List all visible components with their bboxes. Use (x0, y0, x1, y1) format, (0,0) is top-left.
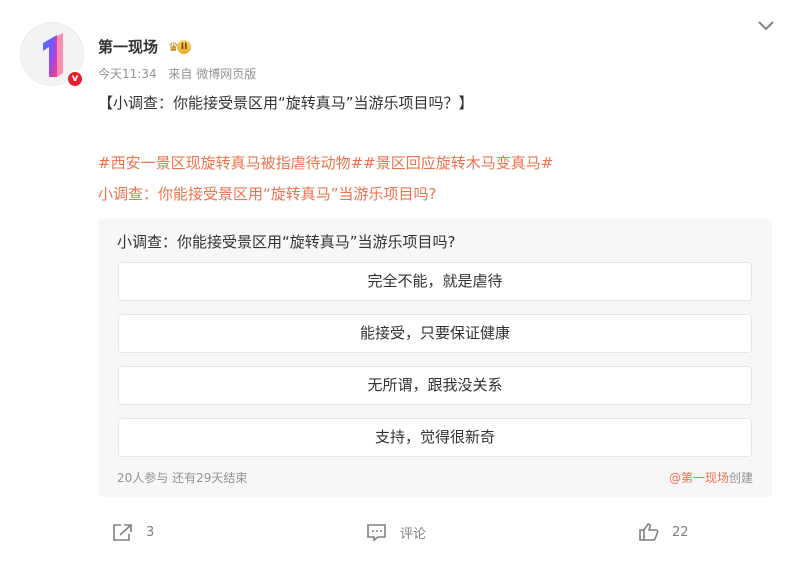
topic-links[interactable]: #西安一景区现旋转真马被指虐待动物##景区回应旋转木马变真马# (98, 152, 553, 173)
share-icon (112, 522, 134, 542)
share-button[interactable]: 3 (112, 522, 154, 542)
poll-created-label: 创建 (728, 471, 753, 485)
level-label: II (176, 39, 192, 54)
poll-option[interactable]: 能接受，只要保证健康 (118, 314, 752, 353)
comment-button[interactable]: 评论 (366, 522, 426, 542)
poll-creator-link[interactable]: @第一现场 (669, 471, 729, 485)
chevron-down-icon[interactable] (756, 16, 776, 36)
like-count: 22 (672, 524, 689, 540)
post-time[interactable]: 今天11:34 (98, 67, 157, 81)
share-count: 3 (146, 524, 155, 540)
post-meta: 今天11:34 来自 微博网页版 (98, 65, 264, 82)
author-row: 第一现场 ♛ II (98, 36, 192, 57)
comment-icon (366, 522, 388, 542)
poll-option[interactable]: 无所谓，跟我没关系 (118, 366, 752, 405)
poll-card: 小调查：你能接受景区用“旋转真马”当游乐项目吗? 完全不能，就是虐待 能接受，只… (98, 219, 772, 497)
action-bar: 3 评论 22 (0, 522, 800, 552)
poll-question: 小调查：你能接受景区用“旋转真马”当游乐项目吗? (117, 233, 456, 251)
post-source: 来自 微博网页版 (168, 67, 257, 81)
topic-question-link[interactable]: 小调查：你能接受景区用“旋转真马”当游乐项目吗? (98, 183, 437, 204)
poll-creator-line: @第一现场创建 (669, 469, 753, 486)
thumbs-up-icon (638, 522, 660, 542)
avatar-wrapper[interactable]: v (20, 22, 86, 88)
verified-badge-icon: v (66, 70, 84, 88)
level-badge[interactable]: ♛ II (168, 39, 192, 54)
poll-option[interactable]: 支持，觉得很新奇 (118, 418, 752, 457)
poll-participants: 20人参与 (117, 471, 169, 485)
username[interactable]: 第一现场 (98, 36, 158, 57)
post-title: 【小调查：你能接受景区用“旋转真马”当游乐项目吗？】 (98, 94, 474, 112)
poll-remaining: 还有29天结束 (172, 471, 248, 485)
poll-option[interactable]: 完全不能，就是虐待 (118, 262, 752, 301)
comment-label: 评论 (400, 526, 427, 542)
poll-stats: 20人参与 还有29天结束 (117, 469, 247, 486)
like-button[interactable]: 22 (638, 522, 689, 542)
